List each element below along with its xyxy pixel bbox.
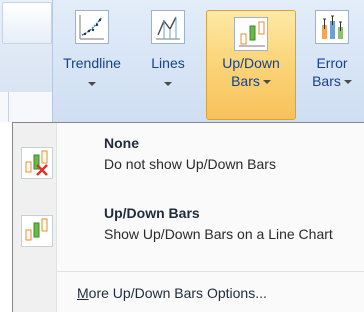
ribbon-left-panel	[0, 0, 52, 122]
up-down-bars-button[interactable]: Up/Down Bars	[206, 10, 296, 120]
more-options-label: ore Up/Down Bars Options...	[88, 285, 267, 301]
menu-separator	[57, 271, 364, 272]
up-down-label-line2: Bars	[231, 73, 260, 89]
error-label-line1: Error	[316, 55, 348, 71]
ribbon-separator	[52, 0, 53, 122]
more-options-link[interactable]: More Up/Down Bars Options...	[77, 285, 267, 301]
no-up-down-bars-icon	[21, 147, 53, 179]
chevron-down-icon	[164, 82, 172, 86]
sheet-grid-fragment	[0, 92, 52, 122]
menu-item-description: Do not show Up/Down Bars	[104, 156, 276, 172]
up-down-bars-menu: None Do not show Up/Down Bars Up/Down Ba…	[12, 122, 364, 312]
up-down-bars-icon	[234, 17, 268, 51]
lines-icon	[151, 10, 185, 44]
error-bars-button[interactable]: Error Bars	[300, 4, 364, 116]
lines-label: Lines	[151, 55, 185, 71]
menu-item-up-down-bars[interactable]: Up/Down Bars Show Up/Down Bars on a Line…	[13, 201, 364, 269]
trendline-icon	[75, 10, 109, 44]
error-label-line2: Bars	[312, 73, 341, 89]
error-label-line2-wrap: Bars	[300, 72, 364, 90]
menu-item-title: Up/Down Bars	[104, 205, 200, 221]
up-down-label-line2-wrap: Bars	[207, 72, 295, 90]
up-down-label-line1: Up/Down	[222, 55, 280, 71]
up-down-bars-icon	[21, 215, 53, 247]
trendline-button[interactable]: Trendline	[56, 4, 128, 116]
chevron-down-icon	[343, 80, 352, 85]
more-options-mnemonic: M	[77, 285, 89, 301]
ribbon-tab[interactable]	[2, 2, 52, 44]
lines-button[interactable]: Lines	[140, 4, 196, 116]
menu-item-none[interactable]: None Do not show Up/Down Bars	[13, 133, 364, 193]
chevron-down-icon	[88, 82, 96, 86]
menu-item-description: Show Up/Down Bars on a Line Chart	[104, 226, 333, 242]
chevron-down-icon	[262, 80, 271, 85]
trendline-label: Trendline	[63, 55, 121, 71]
menu-item-title: None	[104, 135, 139, 151]
error-bars-icon	[315, 10, 349, 44]
